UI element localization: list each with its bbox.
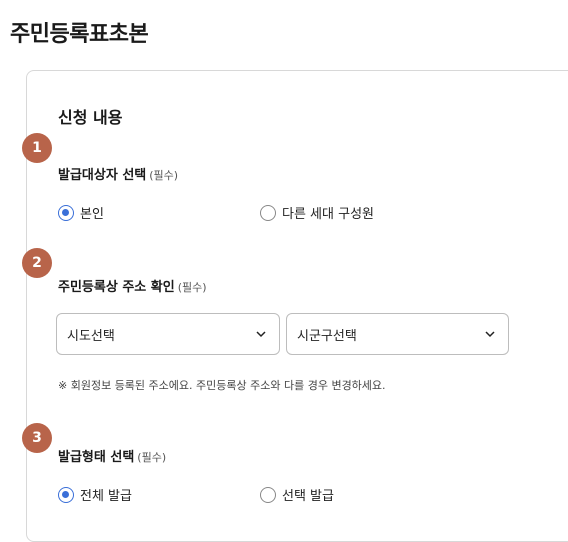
step-badge-3: 3 bbox=[22, 423, 52, 453]
required-mark: (필수) bbox=[177, 281, 207, 294]
radio-label: 전체 발급 bbox=[80, 489, 132, 504]
field-label-text: 주민등록상 주소 확인 bbox=[58, 280, 175, 295]
province-select[interactable]: 시도선택 bbox=[56, 313, 280, 355]
radio-partial-issue[interactable]: 선택 발급 bbox=[260, 485, 334, 504]
radio-label: 다른 세대 구성원 bbox=[282, 207, 374, 222]
radio-unselected-icon[interactable] bbox=[260, 486, 276, 503]
section-title: 신청 내용 bbox=[58, 108, 123, 127]
field-label-address-check: 주민등록상 주소 확인 (필수) bbox=[58, 276, 207, 295]
chevron-down-icon bbox=[256, 331, 266, 338]
radio-unselected-icon[interactable] bbox=[260, 204, 276, 221]
city-district-select-value: 시군구선택 bbox=[297, 328, 357, 344]
radio-selected-icon[interactable] bbox=[58, 486, 74, 503]
radio-selected-icon[interactable] bbox=[58, 204, 74, 221]
field-label-issue-target: 발급대상자 선택 (필수) bbox=[58, 164, 178, 183]
field-label-issue-type: 발급형태 선택 (필수) bbox=[58, 446, 166, 465]
radio-label: 선택 발급 bbox=[282, 489, 334, 504]
address-note: ※ 회원정보 등록된 주소에요. 주민등록상 주소와 다를 경우 변경하세요. bbox=[58, 379, 386, 392]
radio-label: 본인 bbox=[80, 207, 104, 222]
required-mark: (필수) bbox=[137, 451, 167, 464]
radio-self[interactable]: 본인 bbox=[58, 203, 104, 222]
city-district-select[interactable]: 시군구선택 bbox=[286, 313, 509, 355]
required-mark: (필수) bbox=[149, 169, 179, 182]
field-label-text: 발급대상자 선택 bbox=[58, 168, 147, 183]
radio-other-household-member[interactable]: 다른 세대 구성원 bbox=[260, 203, 374, 222]
radio-full-issue[interactable]: 전체 발급 bbox=[58, 485, 132, 504]
page-title: 주민등록표초본 bbox=[10, 22, 149, 47]
step-badge-1: 1 bbox=[22, 133, 52, 163]
field-label-text: 발급형태 선택 bbox=[58, 450, 135, 465]
application-card bbox=[26, 70, 568, 542]
province-select-value: 시도선택 bbox=[67, 328, 115, 344]
step-badge-2: 2 bbox=[22, 248, 52, 278]
chevron-down-icon bbox=[485, 331, 495, 338]
